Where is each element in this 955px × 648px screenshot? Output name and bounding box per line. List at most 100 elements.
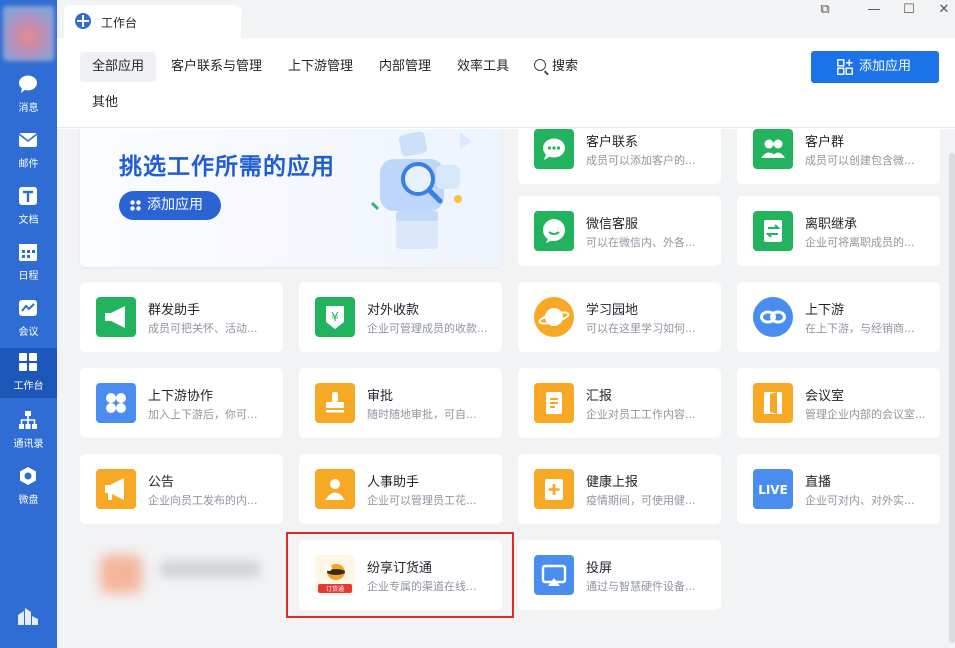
app-tab[interactable]: 工作台 (64, 5, 241, 38)
app-name: 群发助手 (148, 303, 201, 318)
svg-text:LIVE: LIVE (758, 483, 788, 497)
sidebar-item-contacts[interactable]: 通讯录 (0, 406, 57, 456)
four-dots-icon (130, 200, 141, 211)
app-name: 上下游协作 (148, 389, 214, 404)
promo-banner: 挑选工作所需的应用 添加应用 (80, 129, 502, 267)
tab-efficiency[interactable]: 效率工具 (445, 52, 521, 82)
search-icon (534, 59, 546, 71)
app-desc: 企业可将离职成员的... (805, 236, 915, 249)
chat-icon (534, 129, 574, 169)
sidebar-item-workbench[interactable]: 工作台 (0, 348, 57, 398)
report-icon (534, 383, 574, 423)
sidebar-item-label: 消息 (18, 103, 39, 114)
app-name: 客户群 (805, 135, 845, 150)
app-card[interactable]: 健康上报 疫情期间，可使用健... (518, 454, 721, 524)
app-card[interactable]: LIVE 直播 企业可对内、对外实... (737, 454, 940, 524)
app-name: 审批 (367, 389, 394, 404)
sidebar-item-mail[interactable]: 邮件 (0, 126, 57, 176)
door-icon (753, 383, 793, 423)
tab-internal[interactable]: 内部管理 (367, 52, 443, 82)
more-apps-icon[interactable] (17, 606, 39, 626)
app-card[interactable]: 上下游 在上下游，与经销商... (737, 282, 940, 352)
app-card[interactable]: 投屏 通过与智慧硬件设备... (518, 540, 721, 610)
app-name: 学习园地 (586, 303, 639, 318)
app-card[interactable]: 客户联系 成员可以添加客户的... (518, 129, 721, 184)
category-tabs: 全部应用 客户联系与管理 上下游管理 内部管理 效率工具 搜索 其他 添加应用 (57, 38, 955, 128)
planet-icon (534, 297, 574, 337)
banner-add-app-button[interactable]: 添加应用 (119, 191, 221, 220)
scrollbar[interactable] (949, 153, 955, 643)
tab-customer[interactable]: 客户联系与管理 (159, 52, 274, 82)
app-card[interactable]: 汇报 企业对员工工作内容... (518, 368, 721, 438)
app-name: 投屏 (586, 561, 613, 576)
cloud-drive-icon (20, 467, 36, 485)
megaphone-icon (96, 297, 136, 337)
app-desc: 成员可以添加客户的... (586, 154, 696, 167)
app-desc: 疫情期间，可使用健... (586, 494, 696, 507)
app-desc: 加入上下游后，你可... (148, 408, 258, 421)
maximize-icon[interactable]: ☐ (899, 2, 919, 18)
pin-window-icon[interactable]: ⧉ (815, 2, 835, 18)
app-card[interactable]: 上下游协作 加入上下游后，你可... (80, 368, 283, 438)
tab-supply-chain[interactable]: 上下游管理 (276, 52, 365, 82)
people-icon (753, 129, 793, 169)
app-desc: 通过与智慧硬件设备... (586, 580, 696, 593)
svg-text:¥: ¥ (331, 310, 339, 324)
sidebar-item-messages[interactable]: 消息 (0, 70, 57, 120)
app-name: 直播 (805, 475, 832, 490)
tab-other[interactable]: 其他 (80, 88, 130, 118)
workbench-panel: 全部应用 客户联系与管理 上下游管理 内部管理 效率工具 搜索 其他 添加应用 … (57, 38, 955, 648)
blurred-app-card[interactable] (80, 535, 283, 605)
close-icon[interactable]: ✕ (934, 2, 954, 18)
app-card[interactable]: 学习园地 可以在这里学习如何... (518, 282, 721, 352)
app-card[interactable]: 人事助手 企业可以管理员工花... (299, 454, 502, 524)
app-desc: 成员可把关怀、活动... (148, 322, 258, 335)
tab-all-apps[interactable]: 全部应用 (80, 52, 157, 82)
sidebar-item-meeting[interactable]: 会议 (0, 294, 57, 344)
app-name: 微信客服 (586, 217, 639, 232)
app-desc: 在上下游，与经销商... (805, 322, 915, 335)
live-icon: LIVE (753, 469, 793, 509)
left-rail: 消息 邮件 文档 日程 会议 工作台 通讯录 微盘 (0, 0, 57, 648)
search-label: 搜索 (552, 59, 579, 74)
sidebar-item-docs[interactable]: 文档 (0, 182, 57, 232)
clover-icon (96, 383, 136, 423)
doc-icon (19, 187, 37, 205)
sidebar-item-label: 工作台 (13, 381, 44, 392)
app-desc: 企业可对内、对外实... (805, 494, 915, 507)
banner-button-label: 添加应用 (147, 197, 203, 213)
sidebar-item-label: 邮件 (18, 159, 39, 170)
chat-bubble-icon (19, 75, 37, 93)
avatar[interactable] (3, 6, 54, 61)
app-card[interactable]: 审批 随时随地审批，可自... (299, 368, 502, 438)
app-card[interactable]: ¥ 对外收款 企业可管理成员的收款... (299, 282, 502, 352)
sidebar-item-calendar[interactable]: 日程 (0, 238, 57, 288)
tab-search[interactable]: 搜索 (522, 52, 590, 82)
app-card[interactable]: 离职继承 企业可将离职成员的... (737, 196, 940, 266)
sidebar-item-label: 微盘 (18, 495, 39, 506)
banner-title: 挑选工作所需的应用 (119, 154, 335, 180)
sidebar-item-label: 文档 (18, 215, 39, 226)
sidebar-item-drive[interactable]: 微盘 (0, 462, 57, 512)
tab-title: 工作台 (101, 16, 138, 30)
app-card[interactable]: 微信客服 可以在微信内、外各... (518, 196, 721, 266)
org-chart-icon (19, 411, 37, 429)
app-card[interactable]: 会议室 管理企业内部的会议室... (737, 368, 940, 438)
app-grid-area: 挑选工作所需的应用 添加应用 客户联系 成员可以添加客户的... 客户群 成员可… (57, 129, 955, 648)
app-desc: 企业可以管理员工花... (367, 494, 477, 507)
highlight-box (286, 532, 514, 618)
announce-icon (96, 469, 136, 509)
service-chat-icon (534, 211, 574, 251)
yen-shield-icon: ¥ (315, 297, 355, 337)
app-card[interactable]: 客户群 成员可以创建包含微... (737, 129, 940, 184)
app-card[interactable]: 公告 企业向员工发布的内... (80, 454, 283, 524)
minimize-icon[interactable]: — (864, 2, 884, 18)
app-name: 公告 (148, 475, 175, 490)
add-app-button[interactable]: 添加应用 (811, 51, 939, 83)
add-app-label: 添加应用 (859, 59, 912, 74)
meeting-icon (19, 300, 37, 316)
app-card[interactable]: 群发助手 成员可把关怀、活动... (80, 282, 283, 352)
add-app-icon (837, 59, 853, 75)
app-desc: 企业对员工工作内容... (586, 408, 696, 421)
app-desc: 企业向员工发布的内... (148, 494, 258, 507)
